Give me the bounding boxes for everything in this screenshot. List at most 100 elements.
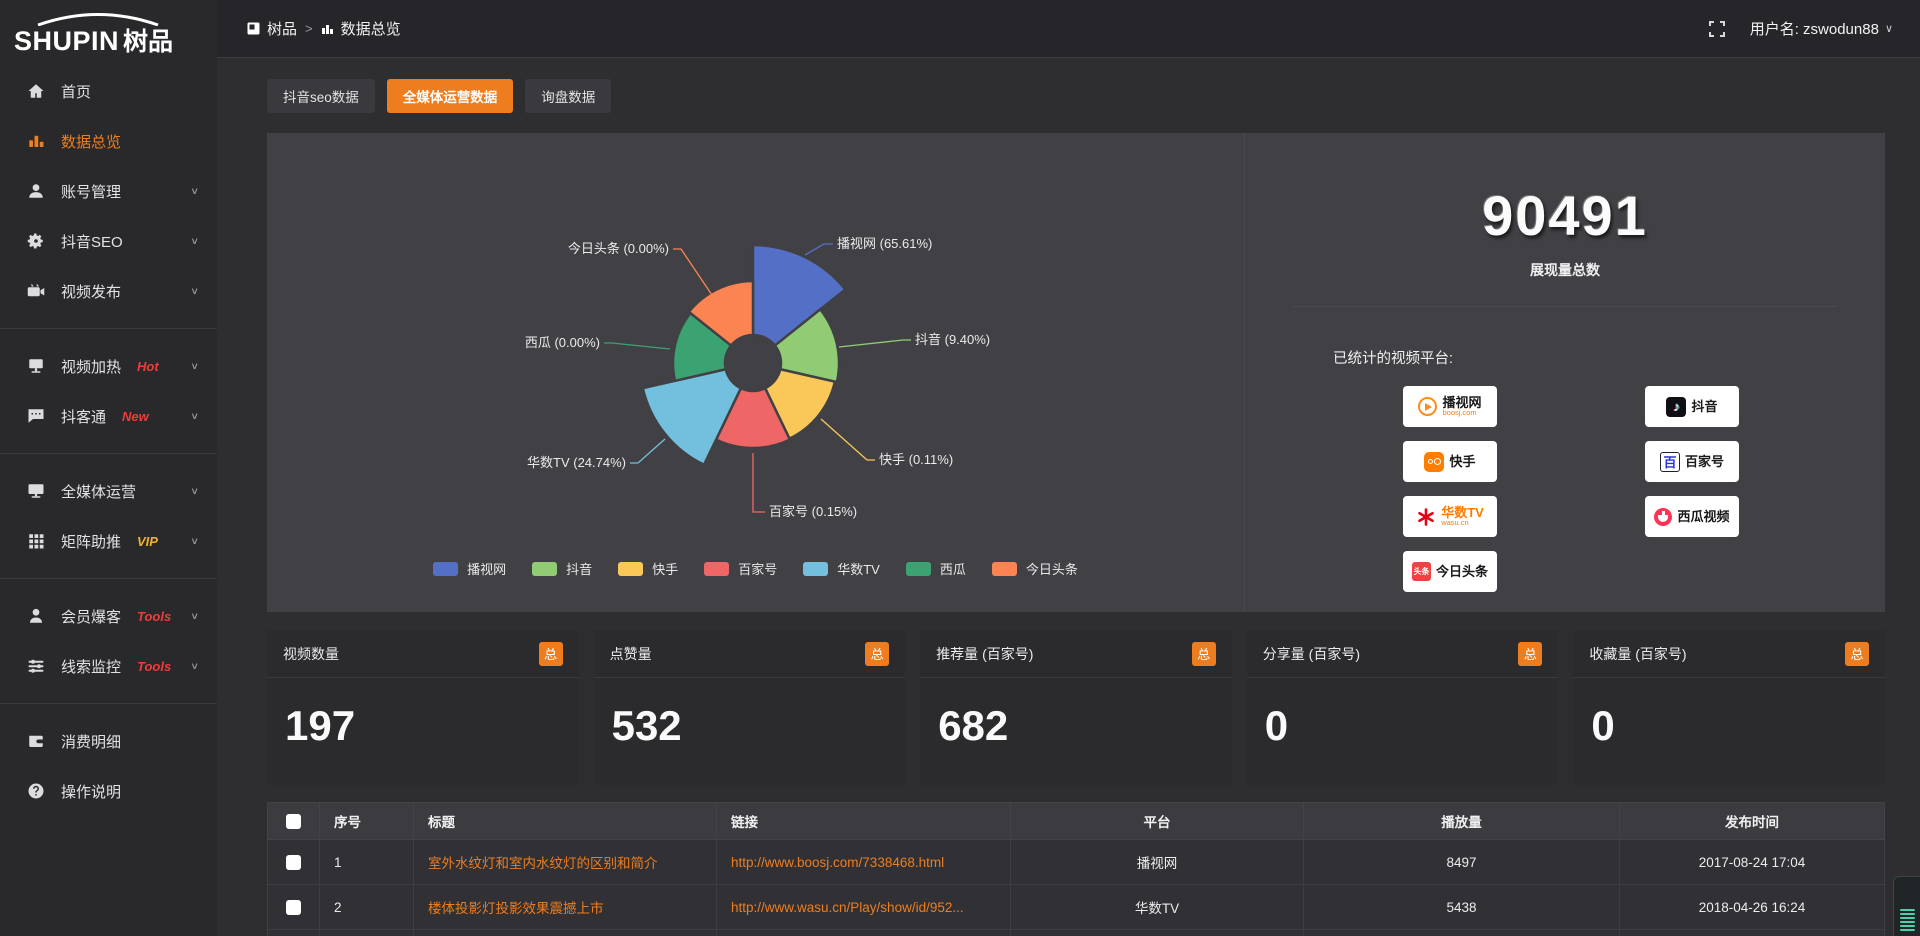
legend-item-4[interactable]: 华数TV — [803, 559, 880, 578]
legend-swatch — [704, 562, 729, 576]
platform-grid: 播视网boosj.com♪抖音快手百百家号华数TVwasu.cn西瓜视频头条今日… — [1403, 386, 1885, 592]
cell-title[interactable] — [414, 930, 717, 936]
sidebar-item-home[interactable]: 首页 — [0, 66, 217, 116]
summary-divider — [1293, 306, 1837, 307]
legend-item-3[interactable]: 百家号 — [704, 559, 777, 578]
sidebar-item-douketong[interactable]: 抖客通New∨ — [0, 391, 217, 441]
legend-item-0[interactable]: 播视网 — [433, 559, 506, 578]
platform-badge-washu-tv: 华数TVwasu.cn — [1403, 496, 1497, 537]
user-icon — [26, 181, 46, 201]
platform-sub: wasu.cn — [1441, 519, 1469, 527]
bar-chart-icon — [26, 131, 46, 151]
total-badge: 总 — [865, 642, 889, 666]
legend-item-6[interactable]: 今日头条 — [992, 559, 1078, 578]
chevron-down-icon: ∨ — [1885, 22, 1893, 35]
cell-title[interactable]: 室外水纹灯和室内水纹灯的区别和简介 — [414, 840, 717, 885]
breadcrumb-current-label: 数据总览 — [341, 18, 401, 39]
wallet-icon — [26, 731, 46, 751]
header-link: 链接 — [717, 803, 1011, 840]
pie-slice-4[interactable] — [643, 369, 741, 465]
breadcrumb-root[interactable]: 树品 — [247, 18, 297, 39]
logo-text-en: SHUPIN — [14, 26, 119, 56]
logo-arc-decoration — [34, 12, 162, 26]
tab-1[interactable]: 全媒体运营数据 — [387, 79, 514, 113]
toutiao-logo-icon: 头条 — [1412, 562, 1431, 581]
cell-title[interactable]: 楼体投影灯投影效果震撼上市 — [414, 885, 717, 930]
chevron-down-icon: ∨ — [190, 660, 199, 671]
sidebar-item-member-baoke[interactable]: 会员爆客Tools∨ — [0, 591, 217, 641]
cell-platform — [1011, 930, 1304, 936]
sidebar-item-operation-guide[interactable]: 操作说明 — [0, 766, 217, 816]
chevron-down-icon: ∨ — [190, 410, 199, 421]
legend-label: 抖音 — [566, 559, 592, 578]
pie-label-line — [753, 453, 765, 512]
stat-card-header: 视频数量 总 — [267, 630, 579, 678]
pie-label: 西瓜 (0.00%) — [525, 335, 600, 350]
platform-name: 快手 — [1449, 455, 1475, 469]
sidebar-item-account-management[interactable]: 账号管理∨ — [0, 166, 217, 216]
cell-link[interactable]: http://www.wasu.cn/Play/show/id/952... — [717, 885, 1011, 930]
legend-swatch — [433, 562, 458, 576]
total-badge: 总 — [1518, 642, 1542, 666]
cell-time: 2018-04-26 16:24 — [1620, 885, 1885, 930]
user-menu[interactable]: 用户名: zswodun88 ∨ — [1750, 18, 1893, 39]
row-checkbox[interactable] — [286, 855, 301, 870]
header-time: 发布时间 — [1620, 803, 1885, 840]
sidebar-item-label: 矩阵助推 — [61, 531, 121, 552]
sidebar-item-label: 全媒体运营 — [61, 481, 136, 502]
sidebar-item-douyin-seo[interactable]: 抖音SEO∨ — [0, 216, 217, 266]
stat-card-2: 推荐量 (百家号) 总 682 — [920, 630, 1232, 785]
total-badge: 总 — [1845, 642, 1869, 666]
stat-card-header: 推荐量 (百家号) 总 — [920, 630, 1232, 678]
pie-label: 今日头条 (0.00%) — [568, 241, 669, 256]
stat-card-4: 收藏量 (百家号) 总 0 — [1573, 630, 1885, 785]
floating-helper-widget[interactable] — [1893, 876, 1920, 936]
tab-2[interactable]: 询盘数据 — [525, 79, 611, 113]
pie-label: 抖音 (9.40%) — [915, 332, 990, 347]
stat-card-title: 点赞量 — [610, 644, 652, 664]
app-logo: SHUPIN树品 — [0, 8, 217, 66]
sidebar-item-data-overview[interactable]: 数据总览 — [0, 116, 217, 166]
cell-platform: 播视网 — [1011, 840, 1304, 885]
sidebar-item-video-publish[interactable]: 视频发布∨ — [0, 266, 217, 316]
sidebar-item-consume-detail[interactable]: 消费明细 — [0, 716, 217, 766]
pie-label-line — [805, 244, 833, 255]
tab-0[interactable]: 抖音seo数据 — [267, 79, 375, 113]
legend-item-1[interactable]: 抖音 — [532, 559, 592, 578]
table-row-2: 2 楼体投影灯投影效果震撼上市 http://www.wasu.cn/Play/… — [268, 885, 1885, 930]
sidebar-item-badge: VIP — [137, 534, 158, 549]
sidebar-item-all-media-operation[interactable]: 全媒体运营∨ — [0, 466, 217, 516]
chart-legend: 播视网 抖音 快手 百家号 华数TV 西瓜 今日头条 — [267, 559, 1244, 578]
breadcrumb-current[interactable]: 数据总览 — [321, 18, 401, 39]
sidebar-item-clue-monitor[interactable]: 线索监控Tools∨ — [0, 641, 217, 691]
stat-card-header: 点赞量 总 — [594, 630, 906, 678]
cell-plays: 5438 — [1304, 885, 1620, 930]
pie-label-line — [839, 340, 911, 347]
stat-card-title: 推荐量 (百家号) — [936, 644, 1033, 664]
sidebar-item-label: 操作说明 — [61, 781, 121, 802]
select-all-checkbox[interactable] — [286, 814, 301, 829]
cell-time: 2017-08-24 17:04 — [1620, 840, 1885, 885]
sidebar: SHUPIN树品 首页数据总览账号管理∨抖音SEO∨视频发布∨视频加热Hot∨抖… — [0, 0, 217, 936]
screen-icon — [26, 356, 46, 376]
video-table: 序号 标题 链接 平台 播放量 发布时间 1 室外水纹灯和室内水纹灯的区别和简介… — [267, 802, 1885, 936]
platform-name: 百家号 — [1685, 455, 1724, 469]
sidebar-item-matrix-boost[interactable]: 矩阵助推VIP∨ — [0, 516, 217, 566]
xigua-video-logo-icon — [1654, 508, 1672, 526]
washu-tv-logo-icon — [1416, 507, 1436, 527]
total-badge: 总 — [539, 642, 563, 666]
cell-link[interactable]: http://www.boosj.com/7338468.html — [717, 840, 1011, 885]
platform-badge-baijiahao: 百百家号 — [1645, 441, 1739, 482]
row-checkbox[interactable] — [286, 900, 301, 915]
sidebar-item-video-heat[interactable]: 视频加热Hot∨ — [0, 341, 217, 391]
legend-item-5[interactable]: 西瓜 — [906, 559, 966, 578]
sidebar-item-label: 账号管理 — [61, 181, 121, 202]
cell-num: 2 — [320, 885, 414, 930]
fullscreen-icon[interactable] — [1708, 20, 1726, 38]
platform-badge-xigua-video: 西瓜视频 — [1645, 496, 1739, 537]
legend-item-2[interactable]: 快手 — [618, 559, 678, 578]
stat-card-value: 682 — [920, 678, 1232, 750]
pie-label: 播视网 (65.61%) — [837, 236, 932, 251]
cell-link[interactable] — [717, 930, 1011, 936]
cell-plays: 8497 — [1304, 840, 1620, 885]
